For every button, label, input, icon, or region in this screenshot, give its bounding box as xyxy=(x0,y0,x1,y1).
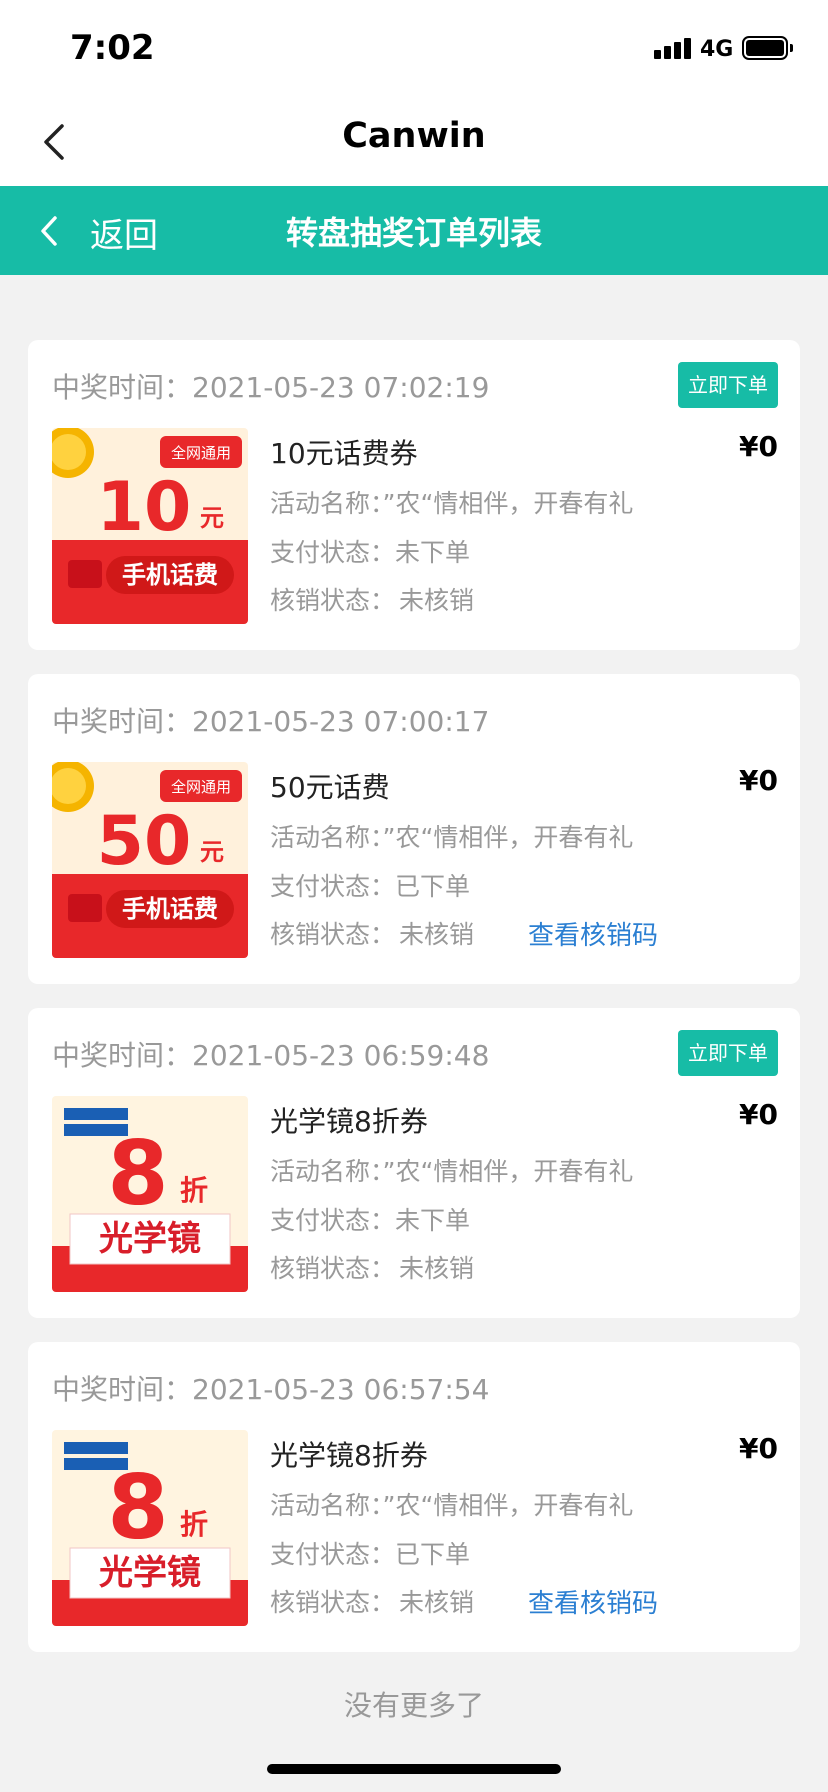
price: ¥0 xyxy=(739,1432,778,1465)
order-card[interactable]: 中奖时间：2021-05-23 06:57:54 8 折 光学镜 光学镜8折券 … xyxy=(28,1342,800,1652)
pay-status-row: 支付状态：未下单 xyxy=(270,1206,471,1235)
pay-status-row: 支付状态：已下单 xyxy=(270,1540,471,1569)
order-card[interactable]: 中奖时间：2021-05-23 07:02:19 立即下单 全网通用 10 元 … xyxy=(28,340,800,650)
svg-text:全网通用: 全网通用 xyxy=(171,778,231,796)
svg-text:手机话费: 手机话费 xyxy=(122,895,218,923)
activity-row: 活动名称：”农“情相伴，开春有礼 xyxy=(270,489,634,518)
svg-text:10: 10 xyxy=(97,468,192,547)
signal-icon xyxy=(654,38,691,59)
svg-text:元: 元 xyxy=(200,838,224,866)
product-name: 光学镜8折券 xyxy=(270,1439,428,1472)
price: ¥0 xyxy=(739,764,778,797)
order-now-button[interactable]: 立即下单 xyxy=(678,1030,778,1076)
win-time: 中奖时间：2021-05-23 07:00:17 xyxy=(52,705,490,738)
product-thumbnail: 8 折 光学镜 xyxy=(52,1430,248,1626)
product-thumbnail: 全网通用 50 元 手机话费 xyxy=(52,762,248,958)
product-thumbnail: 全网通用 10 元 手机话费 xyxy=(52,428,248,624)
svg-text:8: 8 xyxy=(107,1122,168,1225)
navigation-bar: Canwin xyxy=(0,96,828,186)
verify-status-row: 核销状态： 未核销 xyxy=(270,1588,475,1617)
status-bar: 7:02 4G xyxy=(0,0,828,96)
svg-text:折: 折 xyxy=(180,1508,208,1541)
pay-status-row: 支付状态：未下单 xyxy=(270,538,471,567)
product-thumbnail: 8 折 光学镜 xyxy=(52,1096,248,1292)
page-header: 返回 转盘抽奖订单列表 xyxy=(0,186,828,275)
order-card[interactable]: 中奖时间：2021-05-23 06:59:48 立即下单 8 折 光学镜 光学… xyxy=(28,1008,800,1318)
activity-row: 活动名称：”农“情相伴，开春有礼 xyxy=(270,823,634,852)
svg-text:光学镜: 光学镜 xyxy=(99,1553,201,1593)
win-time: 中奖时间：2021-05-23 06:59:48 xyxy=(52,1039,490,1072)
svg-text:元: 元 xyxy=(200,504,224,532)
order-list: 中奖时间：2021-05-23 07:02:19 立即下单 全网通用 10 元 … xyxy=(28,340,800,1676)
verify-status-row: 核销状态： 未核销 xyxy=(270,586,475,615)
svg-text:光学镜: 光学镜 xyxy=(99,1219,201,1259)
pay-status-row: 支付状态：已下单 xyxy=(270,872,471,901)
svg-text:折: 折 xyxy=(180,1174,208,1207)
product-name: 10元话费券 xyxy=(270,437,418,470)
verify-status-row: 核销状态： 未核销 xyxy=(270,920,475,949)
view-verify-code-link[interactable]: 查看核销码 xyxy=(528,915,658,952)
app-title: Canwin xyxy=(342,116,486,156)
win-time: 中奖时间：2021-05-23 06:57:54 xyxy=(52,1373,490,1406)
home-indicator[interactable] xyxy=(267,1764,561,1774)
verify-status-row: 核销状态： 未核销 xyxy=(270,1254,475,1283)
price: ¥0 xyxy=(739,430,778,463)
svg-text:8: 8 xyxy=(107,1456,168,1559)
network-type: 4G xyxy=(700,37,734,62)
activity-row: 活动名称：”农“情相伴，开春有礼 xyxy=(270,1157,634,1186)
view-verify-code-link[interactable]: 查看核销码 xyxy=(528,1583,658,1620)
order-now-button[interactable]: 立即下单 xyxy=(678,362,778,408)
svg-text:手机话费: 手机话费 xyxy=(122,561,218,589)
page-title: 转盘抽奖订单列表 xyxy=(285,214,542,252)
price: ¥0 xyxy=(739,1098,778,1131)
order-card[interactable]: 中奖时间：2021-05-23 07:00:17 全网通用 50 元 手机话费 … xyxy=(28,674,800,984)
svg-text:50: 50 xyxy=(97,802,192,881)
product-name: 光学镜8折券 xyxy=(270,1105,428,1138)
win-time: 中奖时间：2021-05-23 07:02:19 xyxy=(52,371,490,404)
status-time: 7:02 xyxy=(70,28,155,68)
svg-text:全网通用: 全网通用 xyxy=(171,444,231,462)
battery-icon xyxy=(742,36,793,60)
product-name: 50元话费 xyxy=(270,771,390,804)
activity-row: 活动名称：”农“情相伴，开春有礼 xyxy=(270,1491,634,1520)
no-more-text: 没有更多了 xyxy=(343,1689,484,1722)
